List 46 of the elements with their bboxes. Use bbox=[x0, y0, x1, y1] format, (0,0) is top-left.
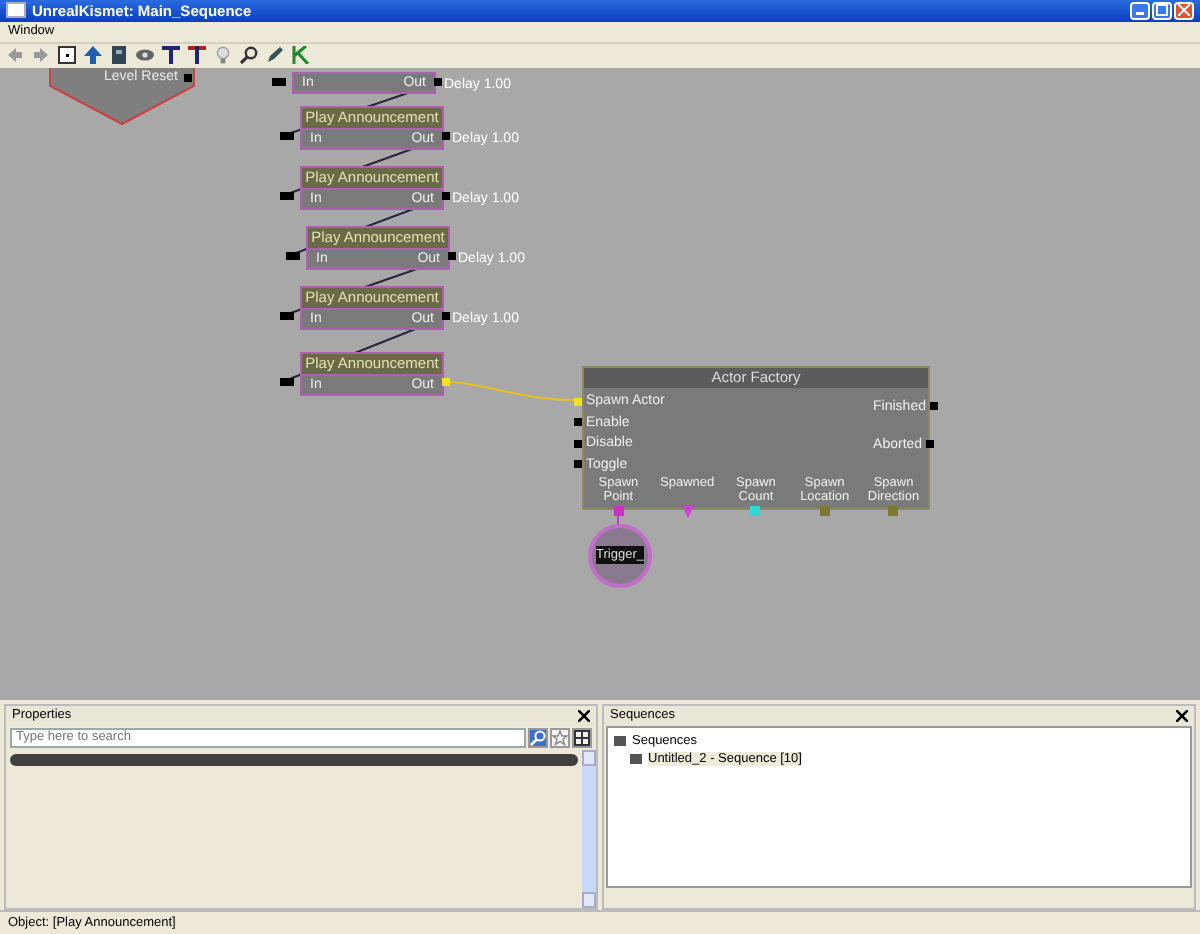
output-connector[interactable] bbox=[442, 191, 450, 200]
output-connector[interactable] bbox=[442, 131, 450, 140]
folder-icon bbox=[614, 735, 626, 746]
output-connector[interactable] bbox=[448, 251, 456, 260]
eye-icon[interactable] bbox=[136, 46, 154, 65]
star-icon bbox=[552, 729, 568, 746]
box-icon[interactable] bbox=[58, 46, 76, 65]
maximize-icon bbox=[1156, 4, 1168, 17]
document-icon[interactable] bbox=[110, 46, 128, 65]
settings-button[interactable] bbox=[572, 727, 592, 748]
input-connector[interactable] bbox=[574, 418, 582, 427]
search-icon bbox=[530, 729, 546, 746]
input-connector[interactable] bbox=[280, 377, 294, 386]
input-connector[interactable] bbox=[286, 251, 300, 260]
input-connector[interactable] bbox=[280, 191, 294, 200]
search-icon[interactable] bbox=[240, 46, 258, 65]
grid-icon bbox=[574, 729, 590, 746]
search-button[interactable] bbox=[528, 727, 548, 748]
star-button[interactable] bbox=[550, 727, 570, 748]
input-connector[interactable] bbox=[574, 439, 582, 448]
text-icon[interactable] bbox=[188, 46, 206, 65]
input-connector[interactable] bbox=[574, 397, 582, 406]
input-connector[interactable] bbox=[574, 460, 582, 469]
output-connector[interactable] bbox=[184, 73, 192, 82]
k-arrow-icon[interactable] bbox=[292, 46, 310, 65]
up-arrow-icon[interactable] bbox=[84, 46, 102, 65]
text-icon[interactable] bbox=[162, 46, 180, 65]
output-connector[interactable] bbox=[434, 77, 442, 86]
output-connector[interactable] bbox=[442, 311, 450, 320]
close-button[interactable] bbox=[1174, 1, 1194, 20]
level-reset-node[interactable] bbox=[48, 67, 196, 126]
close-icon bbox=[1178, 4, 1190, 17]
input-connector[interactable] bbox=[280, 131, 294, 140]
input-connector[interactable] bbox=[280, 311, 294, 320]
category-bar[interactable] bbox=[10, 753, 578, 766]
sequence-icon bbox=[630, 753, 642, 764]
maximize-button[interactable] bbox=[1152, 1, 1172, 20]
pen-icon[interactable] bbox=[266, 46, 284, 65]
close-icon[interactable] bbox=[1176, 709, 1188, 722]
lightbulb-icon[interactable] bbox=[214, 46, 232, 65]
output-connector[interactable] bbox=[930, 402, 938, 411]
window-icon bbox=[6, 2, 26, 19]
input-connector[interactable] bbox=[272, 77, 286, 86]
output-connector[interactable] bbox=[926, 440, 935, 449]
minimize-button[interactable] bbox=[1130, 1, 1150, 20]
close-icon[interactable] bbox=[578, 709, 590, 722]
